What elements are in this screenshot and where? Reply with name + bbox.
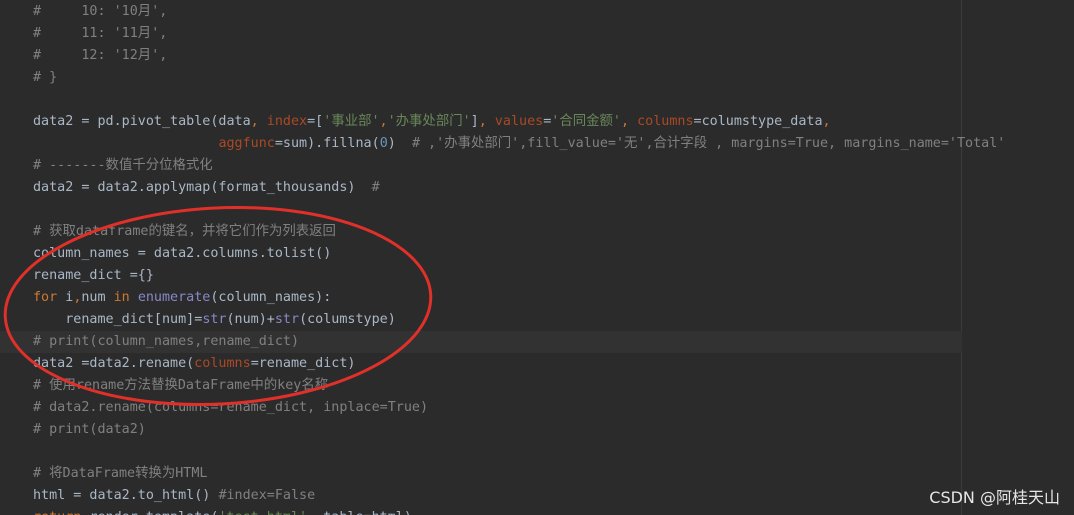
code-token: # print(column_names,rename_dict) xyxy=(33,334,300,349)
code-token: render_template( xyxy=(89,510,218,515)
code-token: # ,'办事处部门',fill_value='无',合计字段 , margins… xyxy=(411,136,1006,151)
code-token: str xyxy=(274,312,300,327)
code-line[interactable]: # print(column_names,rename_dict) xyxy=(0,331,962,353)
code-line[interactable]: data2 = pd.pivot_table(data, index=['事业部… xyxy=(33,111,831,133)
code-token: data2 = data2.applymap(format_thousands) xyxy=(33,180,372,195)
code-token: # } xyxy=(33,70,58,85)
code-token: # data2.rename(columns=rename_dict, inpl… xyxy=(33,400,429,415)
code-token: columns xyxy=(194,356,251,371)
code-token: table=html) xyxy=(323,510,412,515)
code-token: , xyxy=(620,114,638,129)
code-line[interactable]: # 12: '12月', xyxy=(33,45,167,67)
code-token: html = data2.to_html() xyxy=(33,488,219,503)
code-line[interactable]: # data2.rename(columns=rename_dict, inpl… xyxy=(33,397,428,419)
code-token: , xyxy=(478,114,495,129)
code-line[interactable]: column_names = data2.columns.tolist() xyxy=(33,243,331,265)
code-token: data2 =data2.rename( xyxy=(33,356,195,371)
code-line[interactable]: # print(data2) xyxy=(33,419,146,441)
code-editor[interactable]: # 10: '10月', # 11: '11月', # 12: '12月', # } d… xyxy=(0,0,1074,515)
code-token: rename_dict[num]= xyxy=(33,312,203,327)
code-token: rename_dict ={} xyxy=(33,268,154,283)
code-token: , xyxy=(250,114,267,129)
code-line[interactable]: rename_dict ={} xyxy=(33,265,154,287)
code-token: num xyxy=(81,290,114,305)
code-token: =columstype_data xyxy=(693,114,823,129)
code-token: # xyxy=(371,180,380,195)
code-line[interactable]: return render_template('test.html', tabl… xyxy=(33,507,412,515)
code-line[interactable]: # 获取dataframe的键名，并将它们作为列表返回 xyxy=(33,221,336,243)
code-token: , xyxy=(307,510,323,515)
code-token: # 10: '10月', xyxy=(33,4,168,19)
code-token: values xyxy=(494,114,544,129)
code-token: ) xyxy=(387,136,412,151)
code-token: str xyxy=(202,312,227,327)
code-line[interactable]: # 将DataFrame转换为HTML xyxy=(33,463,208,485)
code-token: '合同金额' xyxy=(551,114,621,129)
code-line[interactable]: # 10: '10月', xyxy=(33,1,167,23)
code-token: index xyxy=(266,114,308,129)
code-token: 'test.html' xyxy=(218,510,307,515)
right-margin-guide xyxy=(961,0,962,515)
code-token: (column_names): xyxy=(210,290,332,305)
code-token: for xyxy=(33,290,66,305)
code-token: # -------数值千分位格式化 xyxy=(33,158,213,173)
code-line[interactable]: # 使用rename方法替换DataFrame中的key名称 xyxy=(33,375,328,397)
code-token: return xyxy=(33,510,89,515)
code-token: # print(data2) xyxy=(33,422,146,437)
code-token: columns xyxy=(637,114,694,129)
code-token: (columstype) xyxy=(299,312,396,327)
code-token: column_names = data2.columns.tolist() xyxy=(33,246,332,261)
code-token: # 使用rename方法替换DataFrame中的key名称 xyxy=(33,378,329,393)
code-token: #index=False xyxy=(218,488,316,503)
code-token: 0 xyxy=(379,136,388,151)
code-token: enumerate xyxy=(137,290,211,305)
code-token: # 12: '12月', xyxy=(33,48,168,63)
code-line[interactable]: data2 = data2.applymap(format_thousands)… xyxy=(33,177,380,199)
code-line[interactable]: aggfunc=sum).fillna(0) # ,'办事处部门',fill_v… xyxy=(33,133,1005,155)
code-token: ] xyxy=(470,114,479,129)
code-line[interactable]: rename_dict[num]=str(num)+str(columstype… xyxy=(33,309,396,331)
code-token: =[ xyxy=(307,114,324,129)
code-line[interactable]: data2 =data2.rename(columns=rename_dict) xyxy=(33,353,356,375)
code-token: '办事处部门' xyxy=(387,114,471,129)
code-line[interactable]: # } xyxy=(33,67,57,89)
code-token: '事业部' xyxy=(323,114,380,129)
code-token: =rename_dict) xyxy=(250,356,356,371)
code-token: # 获取dataframe的键名，并将它们作为列表返回 xyxy=(33,224,336,239)
csdn-watermark: CSDN @阿桂天山 xyxy=(929,488,1060,507)
code-token: , xyxy=(822,114,831,129)
code-line[interactable]: # 11: '11月', xyxy=(33,23,167,45)
code-token: in xyxy=(113,290,138,305)
code-line[interactable]: # -------数值千分位格式化 xyxy=(33,155,213,177)
code-token: aggfunc xyxy=(218,136,275,151)
code-line[interactable]: for i,num in enumerate(column_names): xyxy=(33,287,331,309)
code-token: data2 = pd.pivot_table(data xyxy=(33,114,251,129)
code-token: =sum).fillna( xyxy=(274,136,380,151)
code-token: # 11: '11月', xyxy=(33,26,168,41)
code-line[interactable]: html = data2.to_html() #index=False xyxy=(33,485,315,507)
code-token: (num)+ xyxy=(226,312,275,327)
code-token: # 将DataFrame转换为HTML xyxy=(33,466,208,481)
code-token: , xyxy=(379,114,388,129)
